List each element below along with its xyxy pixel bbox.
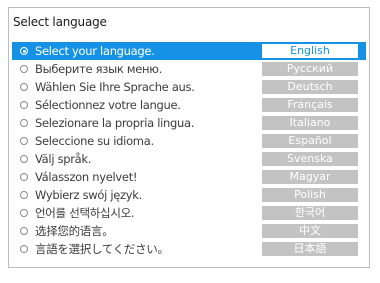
language-name-badge: Deutsch [262,80,358,94]
radio-icon[interactable] [20,209,28,217]
dialog-title: Select language [13,15,107,29]
language-name-badge: 日本語 [262,242,358,256]
language-name-badge: Español [262,134,358,148]
language-dialog: Select language Select your language. En… [8,7,370,268]
language-option-english[interactable]: Select your language. English [12,42,366,60]
language-option-hungarian[interactable]: Válasszon nyelvet! Magyar [12,168,366,186]
language-option-spanish[interactable]: Seleccione su idioma. Español [12,132,366,150]
language-option-russian[interactable]: Выберите язык меню. Русский [12,60,366,78]
language-name-badge: 中文 [262,224,358,238]
radio-icon[interactable] [20,245,28,253]
language-option-swedish[interactable]: Välj språk. Svenska [12,150,366,168]
language-option-polish[interactable]: Wybierz swój język. Polish [12,186,366,204]
radio-icon[interactable] [20,101,28,109]
language-name-badge: Magyar [262,170,358,184]
radio-icon[interactable] [20,155,28,163]
language-list: Select your language. English Выберите я… [12,42,366,258]
language-option-chinese[interactable]: 选择您的语言。 中文 [12,222,366,240]
language-option-german[interactable]: Wählen Sie Ihre Sprache aus. Deutsch [12,78,366,96]
language-option-korean[interactable]: 언어를 선택하십시오. 한국어 [12,204,366,222]
language-name-badge: Svenska [262,152,358,166]
radio-icon[interactable] [20,65,28,73]
language-name-badge: Italiano [262,116,358,130]
language-name-badge: English [262,44,358,58]
radio-icon[interactable] [20,173,28,181]
language-name-badge: Русский [262,62,358,76]
radio-icon[interactable] [20,191,28,199]
language-name-badge: 한국어 [262,206,358,220]
radio-icon[interactable] [20,83,28,91]
radio-icon[interactable] [20,227,28,235]
language-name-badge: Polish [262,188,358,202]
language-option-japanese[interactable]: 言語を選択してください。 日本語 [12,240,366,258]
language-name-badge: Français [262,98,358,112]
language-option-french[interactable]: Sélectionnez votre langue. Français [12,96,366,114]
radio-icon[interactable] [20,137,28,145]
radio-icon[interactable] [20,119,28,127]
radio-selected-icon[interactable] [20,47,28,55]
language-option-italian[interactable]: Selezionare la propria lingua. Italiano [12,114,366,132]
